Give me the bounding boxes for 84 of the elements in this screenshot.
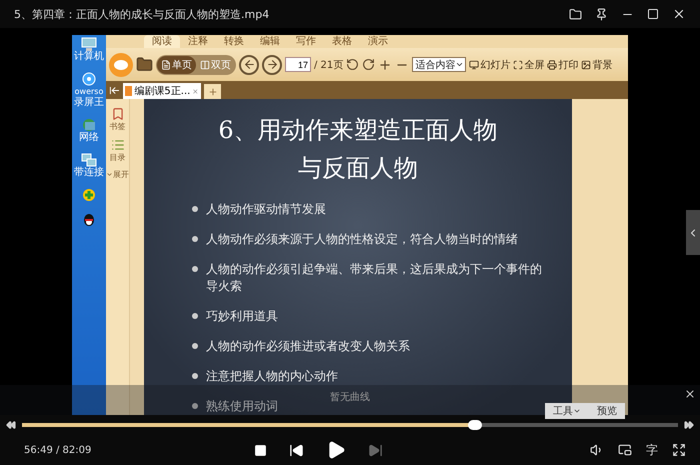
empty-message: 暂无曲线: [330, 390, 370, 404]
bullet-icon: [192, 403, 198, 409]
toolbar-button[interactable]: 背景: [581, 58, 612, 72]
menu-tab[interactable]: 阅读: [144, 35, 180, 48]
plus-icon: [208, 86, 218, 96]
menu-tab[interactable]: 编辑: [252, 35, 288, 48]
playback-time: 56:49 / 82:09: [24, 444, 92, 456]
progress-track[interactable]: [22, 423, 678, 427]
slide-title: 6、用动作来塑造正面人物: [217, 115, 499, 146]
menu-tab[interactable]: 写作: [288, 35, 324, 48]
toolbar-button[interactable]: 幻灯片: [469, 58, 510, 72]
document-icon: [125, 86, 132, 96]
printer-icon: [547, 60, 558, 70]
zoom-select[interactable]: 适合内容: [412, 57, 466, 72]
bullet-icon: [192, 206, 198, 212]
chevron-icon: [106, 171, 113, 178]
page-icon: [161, 60, 171, 70]
bookmark-icon: [110, 107, 124, 121]
monitor-icon: [469, 60, 480, 70]
bullet-icon: [192, 313, 198, 319]
menu-tab[interactable]: 表格: [324, 35, 360, 48]
stop-button[interactable]: [254, 444, 267, 456]
document-tab[interactable]: 编剧课5正...: [123, 83, 201, 99]
menu-tab[interactable]: 转换: [216, 35, 252, 48]
bullet-text: 人物的动作必须引起争端、带来后果，这后果成为下一个事件的导火索: [206, 261, 543, 295]
prev-button[interactable]: [289, 442, 304, 458]
desktop-icon-label: 网络: [79, 132, 99, 143]
desktop-icon-label: 录屏王: [74, 97, 104, 108]
bullet-text: 巧妙利用道具: [206, 308, 278, 325]
rotate-left-icon[interactable]: [346, 58, 360, 71]
fast-forward-icon[interactable]: [684, 420, 694, 430]
collapse-icon[interactable]: [109, 84, 120, 96]
caret-icon: [573, 407, 581, 415]
penguin-icon[interactable]: [81, 212, 97, 226]
toolbar-button[interactable]: 全屏: [513, 58, 544, 72]
left-arrow-icon: [242, 58, 256, 71]
bullet-icon: [192, 236, 198, 242]
picture-in-picture-icon[interactable]: [618, 443, 632, 457]
bullet-text: 人物的动作必须推进或者改变人物关系: [206, 338, 410, 355]
fullscreen-icon[interactable]: [672, 443, 686, 457]
folder-icon[interactable]: [136, 56, 153, 73]
bullet-text: 熟练使用动词: [206, 398, 278, 415]
desktop-icon-label: owerso: [74, 86, 104, 97]
window-title: 5、第四章：正面人物的成长与反面人物的塑造.mp4: [14, 6, 270, 22]
back-button[interactable]: [239, 54, 259, 74]
plus-icon[interactable]: [81, 188, 97, 202]
network-icon[interactable]: [81, 153, 97, 167]
close-icon[interactable]: [684, 388, 696, 400]
subtitle-button[interactable]: 字: [646, 442, 658, 458]
fullscreen-icon: [513, 60, 524, 70]
menu-tab[interactable]: 注释: [180, 35, 216, 48]
bullet-text: 注意把握人物的内心动作: [206, 368, 338, 385]
desktop-icon-label: 计算机: [74, 51, 104, 62]
document-tab-title: 编剧课5正...: [134, 84, 190, 98]
bullet-icon: [192, 373, 198, 379]
page-total: / 21页: [314, 58, 344, 72]
panel-button[interactable]: 工具: [545, 403, 589, 419]
rewind-icon[interactable]: [6, 420, 16, 430]
expand-button[interactable]: 展开: [106, 169, 129, 180]
page-input[interactable]: 17: [285, 57, 311, 72]
menu-tab[interactable]: 演示: [360, 35, 396, 48]
side-panel-button[interactable]: 书签: [110, 107, 126, 132]
list-icon: [110, 138, 124, 152]
bullet-text: 人物动作驱动情节发展: [206, 201, 326, 218]
bullet-text: 人物动作必须来源于人物的性格设定，符合人物当时的情绪: [206, 231, 518, 248]
zoom-in-icon[interactable]: [378, 58, 392, 72]
rotate-right-icon[interactable]: [362, 58, 376, 71]
panel-button[interactable]: 预览: [589, 403, 625, 419]
toolbar-button[interactable]: 打印: [547, 58, 578, 72]
camera-icon[interactable]: [81, 72, 97, 86]
bullet-icon: [192, 266, 198, 272]
image-icon: [581, 60, 592, 70]
progress-thumb[interactable]: [468, 420, 482, 430]
computer-icon[interactable]: [81, 37, 97, 51]
caret-icon: [455, 60, 464, 69]
new-tab-button[interactable]: [204, 84, 221, 99]
slide-title: 与反面人物: [297, 153, 419, 184]
side-panel-button[interactable]: 目录: [110, 138, 126, 163]
two-columns-icon: [200, 60, 210, 70]
bullet-icon: [192, 343, 198, 349]
view-mode-button[interactable]: 单页: [157, 56, 196, 74]
right-arrow-icon: [266, 58, 278, 71]
forward-button[interactable]: [262, 54, 282, 74]
desktop-icon-label: 带连接: [74, 167, 104, 178]
